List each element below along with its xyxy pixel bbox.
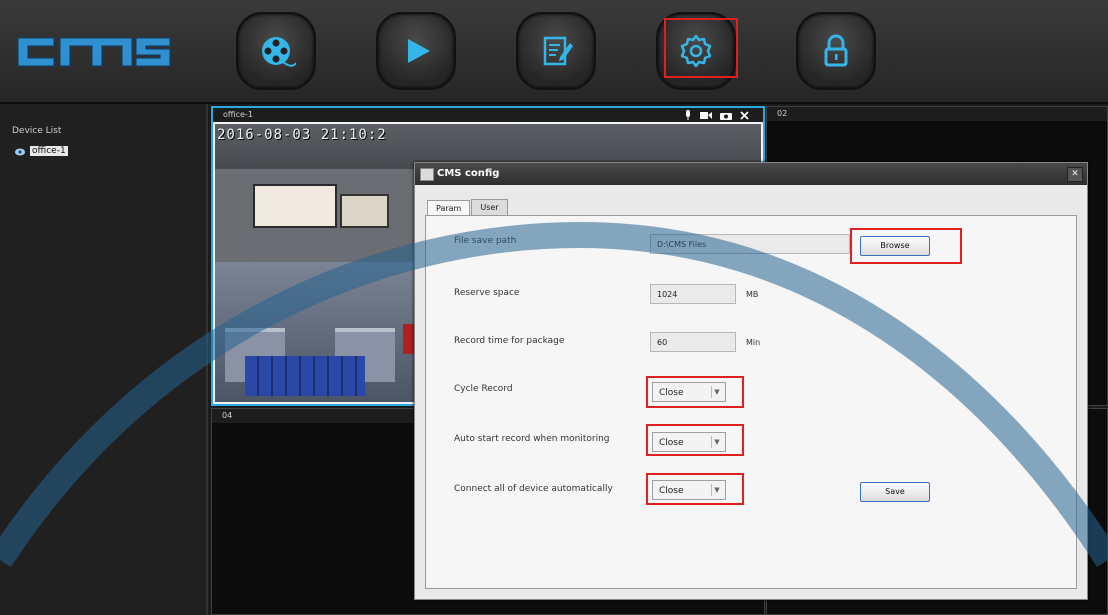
- lock-icon: [824, 34, 848, 67]
- pane-controls: [684, 110, 749, 121]
- tab-user[interactable]: User: [471, 199, 508, 215]
- cms-config-dialog: CMS config ✕ Param User File save path D…: [414, 162, 1088, 600]
- pane-title: office-1: [213, 108, 763, 122]
- auto-start-highlight: [646, 424, 744, 456]
- video-painting: [253, 184, 337, 228]
- dialog-tabs: Param User: [427, 199, 509, 216]
- playback-button[interactable]: [376, 12, 456, 90]
- window-icon: [420, 168, 434, 181]
- video-timestamp: 2016-08-03 21:10:2: [217, 127, 387, 143]
- pane-title: 02: [767, 107, 1107, 121]
- main-toolbar: [0, 0, 1108, 104]
- reserve-space-label: Reserve space: [454, 288, 520, 298]
- record-time-label: Record time for package: [454, 336, 565, 346]
- dialog-close-button[interactable]: ✕: [1067, 167, 1083, 182]
- record-time-input[interactable]: 60: [650, 332, 736, 352]
- video-boxes: [245, 356, 365, 396]
- reserve-space-input[interactable]: 1024: [650, 284, 736, 304]
- tab-param[interactable]: Param: [427, 200, 471, 216]
- close-icon[interactable]: [740, 111, 749, 120]
- browse-highlight: [850, 228, 962, 264]
- device-list-title: Device List: [12, 126, 62, 136]
- config-highlight: [664, 18, 738, 78]
- cycle-record-highlight: [646, 376, 744, 408]
- dialog-title: CMS config: [415, 163, 1087, 185]
- param-panel: File save path D:\CMS Files Browse Reser…: [425, 215, 1077, 589]
- device-name: office-1: [30, 146, 68, 156]
- cms-app: Device List office-1 office-1 2016-08-03…: [0, 0, 1108, 615]
- snapshot-icon[interactable]: [720, 111, 732, 120]
- film-reel-icon: [262, 37, 296, 67]
- document-edit-icon: [543, 36, 573, 66]
- file-save-path-label: File save path: [454, 236, 517, 246]
- microphone-icon[interactable]: [684, 110, 692, 121]
- live-view-button[interactable]: [236, 12, 316, 90]
- device-item[interactable]: office-1: [14, 146, 68, 156]
- record-icon[interactable]: [700, 111, 712, 120]
- cms-logo: [17, 37, 171, 67]
- connect-all-highlight: [646, 473, 744, 505]
- connect-all-label: Connect all of device automatically: [454, 484, 613, 494]
- play-icon: [408, 39, 430, 63]
- log-button[interactable]: [516, 12, 596, 90]
- lock-button[interactable]: [796, 12, 876, 90]
- auto-start-label: Auto start record when monitoring: [454, 434, 610, 444]
- reserve-space-unit: MB: [746, 290, 759, 299]
- file-save-path-input[interactable]: D:\CMS Files: [650, 234, 850, 254]
- camera-icon: [15, 148, 25, 155]
- cycle-record-label: Cycle Record: [454, 384, 513, 394]
- record-time-unit: Min: [746, 338, 761, 347]
- video-painting-2: [340, 194, 389, 228]
- save-button[interactable]: Save: [860, 482, 930, 502]
- device-list-panel: Device List office-1: [0, 104, 208, 615]
